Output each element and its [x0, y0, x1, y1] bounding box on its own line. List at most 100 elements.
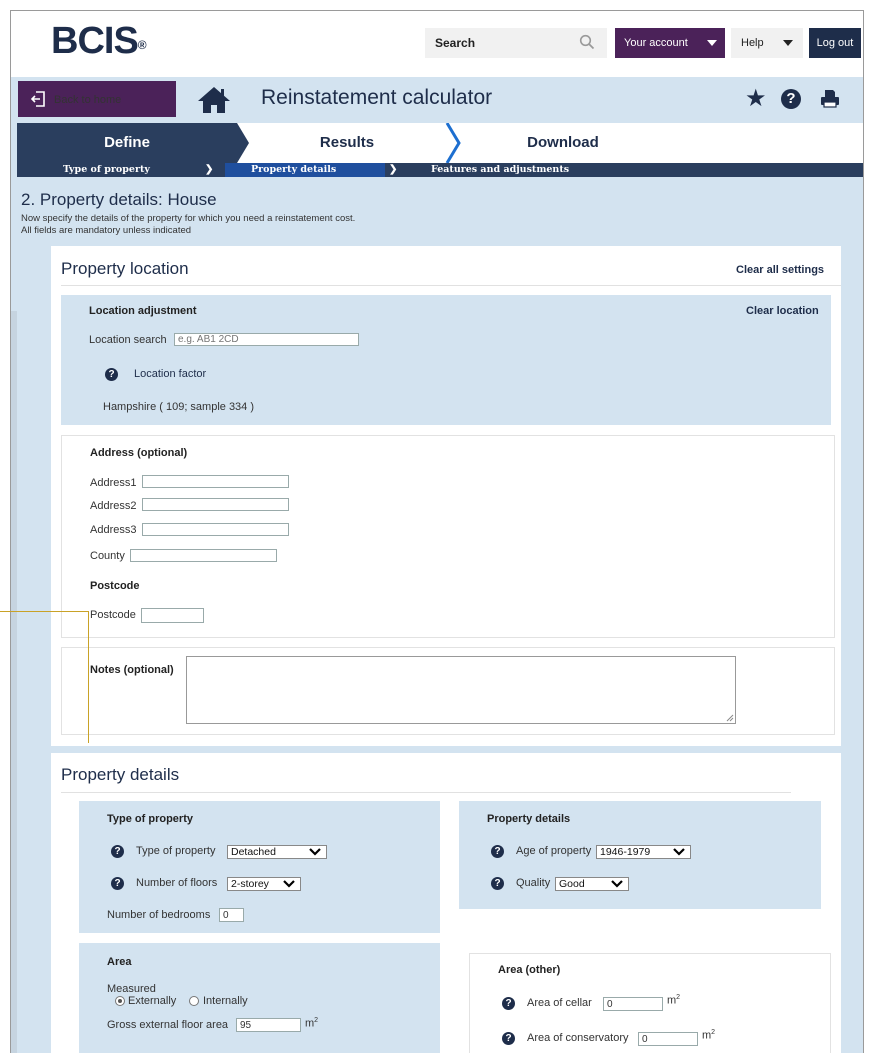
notes-textarea[interactable]: [186, 656, 736, 724]
number-of-bedrooms-label: Number of bedrooms: [107, 909, 211, 921]
postcode-title: Postcode: [90, 580, 140, 592]
help-button[interactable]: Help: [731, 28, 803, 58]
help-question-icon[interactable]: ?: [111, 845, 124, 858]
chevron-down-icon: [283, 880, 295, 888]
step-define[interactable]: Define: [17, 123, 237, 163]
intro-text-2: All fields are mandatory unless indicate…: [21, 225, 192, 236]
annotation-line: [88, 611, 89, 743]
gross-external-floor-area-input[interactable]: [236, 1018, 301, 1032]
address3-input[interactable]: [142, 523, 289, 536]
property-details-box-title: Property details: [487, 813, 571, 825]
quality-select[interactable]: Good: [555, 877, 629, 891]
age-of-property-select[interactable]: 1946-1979: [596, 845, 691, 859]
logout-button[interactable]: Log out: [809, 28, 861, 58]
address-title: Address (optional): [90, 447, 188, 459]
help-question-icon[interactable]: ?: [105, 368, 118, 381]
search-bar[interactable]: Search: [425, 28, 607, 58]
area-title: Area: [107, 956, 132, 968]
internally-label[interactable]: Internally: [203, 995, 248, 1007]
location-adjustment-box: Location adjustment Clear location Locat…: [61, 295, 831, 425]
location-adjustment-title: Location adjustment: [89, 305, 197, 317]
type-of-property-select[interactable]: Detached: [227, 845, 327, 859]
number-of-floors-select[interactable]: 2-storey: [227, 877, 301, 891]
help-question-icon[interactable]: ?: [781, 89, 801, 109]
search-label: Search: [435, 36, 476, 50]
step-download[interactable]: Download: [463, 123, 663, 163]
postcode-input[interactable]: [141, 608, 204, 623]
address3-label: Address3: [90, 524, 137, 536]
location-search-label: Location search: [89, 334, 167, 346]
clear-all-settings-link[interactable]: Clear all settings: [736, 264, 824, 276]
step-divider-icon: [445, 123, 461, 163]
unit-m: m: [702, 1029, 712, 1042]
section-heading: 2. Property details: House: [21, 190, 217, 209]
home-icon[interactable]: [197, 86, 231, 114]
county-input[interactable]: [130, 549, 277, 562]
app-window: BCIS® Search Your account Help Log out B…: [10, 10, 864, 1053]
resize-handle-icon[interactable]: [726, 714, 734, 722]
top-header: BCIS® Search Your account Help Log out: [11, 11, 863, 77]
star-icon[interactable]: ★: [745, 87, 767, 111]
help-question-icon[interactable]: ?: [502, 997, 515, 1010]
help-question-icon[interactable]: ?: [111, 877, 124, 890]
externally-radio[interactable]: [115, 996, 125, 1006]
quality-label: Quality: [516, 877, 551, 889]
age-of-property-value: 1946-1979: [600, 846, 651, 858]
unit-m: m: [667, 994, 677, 1007]
internally-radio[interactable]: [189, 996, 199, 1006]
search-icon[interactable]: [579, 34, 595, 50]
address1-label: Address1: [90, 477, 137, 489]
chevron-right-icon: ❯: [205, 164, 214, 175]
address2-input[interactable]: [142, 498, 289, 511]
area-other-box: Area (other) ? Area of cellar m2 ? Area …: [469, 953, 831, 1053]
type-of-property-value: Detached: [231, 846, 276, 858]
help-question-icon[interactable]: ?: [491, 877, 504, 890]
quality-value: Good: [559, 878, 585, 890]
area-other-title: Area (other): [498, 964, 561, 976]
type-of-property-label: Type of property: [136, 845, 216, 857]
property-details-box: Property details ? Age of property 1946-…: [459, 801, 821, 909]
divider: [61, 285, 841, 286]
location-factor-label: Location factor: [134, 368, 207, 380]
address1-input[interactable]: [142, 475, 289, 488]
exit-icon: [30, 91, 45, 107]
notes-label: Notes (optional): [90, 664, 174, 676]
gross-external-floor-area-label: Gross external floor area: [107, 1019, 229, 1031]
annotation-line: [0, 611, 88, 612]
chevron-right-icon: ❯: [389, 164, 398, 175]
area-of-conservatory-label: Area of conservatory: [527, 1032, 629, 1044]
unit-squared: 2: [711, 1029, 716, 1036]
area-of-cellar-input[interactable]: [603, 997, 663, 1011]
property-location-title: Property location: [61, 259, 189, 278]
clear-location-link[interactable]: Clear location: [746, 305, 819, 317]
location-factor-value: Hampshire ( 109; sample 334 ): [103, 401, 255, 413]
your-account-button[interactable]: Your account: [615, 28, 725, 58]
location-search-input[interactable]: [174, 333, 359, 346]
substep-features-and-adjustments[interactable]: Features and adjustments: [431, 163, 569, 177]
county-label: County: [90, 550, 125, 562]
help-question-icon[interactable]: ?: [502, 1032, 515, 1045]
back-to-home-button[interactable]: Back to home: [18, 81, 176, 117]
bcis-logo[interactable]: BCIS®: [51, 21, 147, 61]
area-unit: m2: [305, 1017, 318, 1030]
unit-squared: 2: [314, 1017, 319, 1024]
chevron-down-icon: [673, 848, 685, 856]
cellar-unit: m2: [667, 994, 680, 1007]
wizard-substeps: Type of property ❯ Property details ❯ Fe…: [17, 163, 863, 177]
number-of-bedrooms-input[interactable]: [219, 908, 244, 922]
help-question-icon[interactable]: ?: [491, 845, 504, 858]
logo-registered: ®: [137, 38, 147, 52]
postcode-label: Postcode: [90, 609, 136, 621]
print-icon[interactable]: [819, 88, 841, 110]
notes-box: Notes (optional): [61, 647, 835, 735]
wizard-steps: Define Results Download: [17, 123, 863, 163]
substep-type-of-property[interactable]: Type of property: [63, 163, 150, 177]
externally-label[interactable]: Externally: [128, 995, 176, 1007]
substep-property-details[interactable]: Property details: [251, 163, 336, 177]
area-of-conservatory-input[interactable]: [638, 1032, 698, 1046]
type-of-property-box: Type of property ? Type of property Deta…: [79, 801, 440, 933]
property-details-panel: Property details Type of property ? Type…: [51, 753, 841, 1053]
title-bar: Back to home Reinstatement calculator ★ …: [11, 77, 863, 123]
unit-squared: 2: [676, 994, 681, 1001]
step-results[interactable]: Results: [251, 123, 443, 163]
